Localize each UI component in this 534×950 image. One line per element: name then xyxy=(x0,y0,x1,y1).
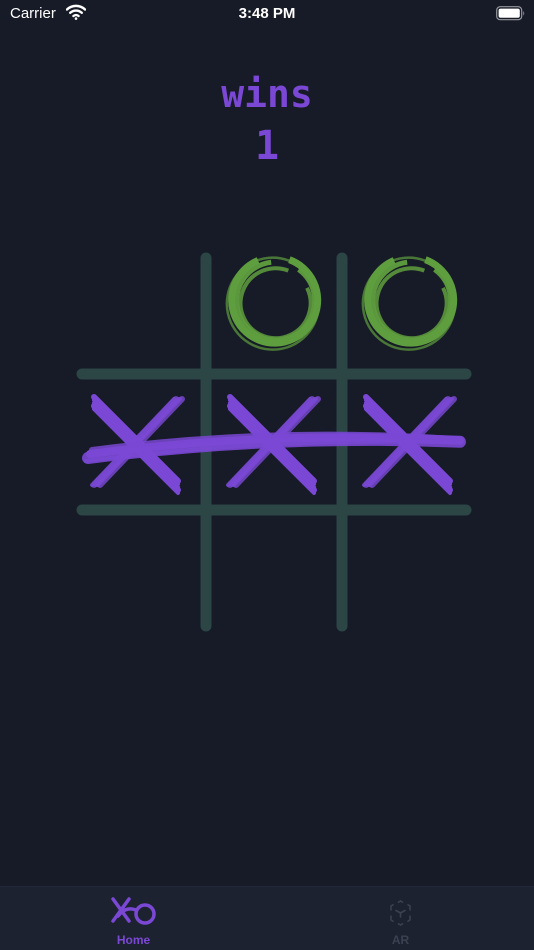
board-cell[interactable] xyxy=(206,510,342,646)
board-cell[interactable] xyxy=(70,510,206,646)
board-cell[interactable] xyxy=(342,510,478,646)
game-screen: Carrier 3:48 PM wins 1 Home AR xyxy=(0,0,534,950)
board-cell[interactable] xyxy=(70,238,206,374)
ar-cube-icon xyxy=(390,900,411,926)
tab-ar-label: AR xyxy=(391,933,410,947)
game-board xyxy=(70,238,478,646)
tab-home[interactable]: Home xyxy=(0,887,267,950)
xo-logo-icon xyxy=(111,897,156,925)
tab-ar[interactable]: AR xyxy=(267,887,534,950)
tab-home-label: Home xyxy=(116,933,151,947)
tab-bar: Home AR xyxy=(0,886,534,950)
